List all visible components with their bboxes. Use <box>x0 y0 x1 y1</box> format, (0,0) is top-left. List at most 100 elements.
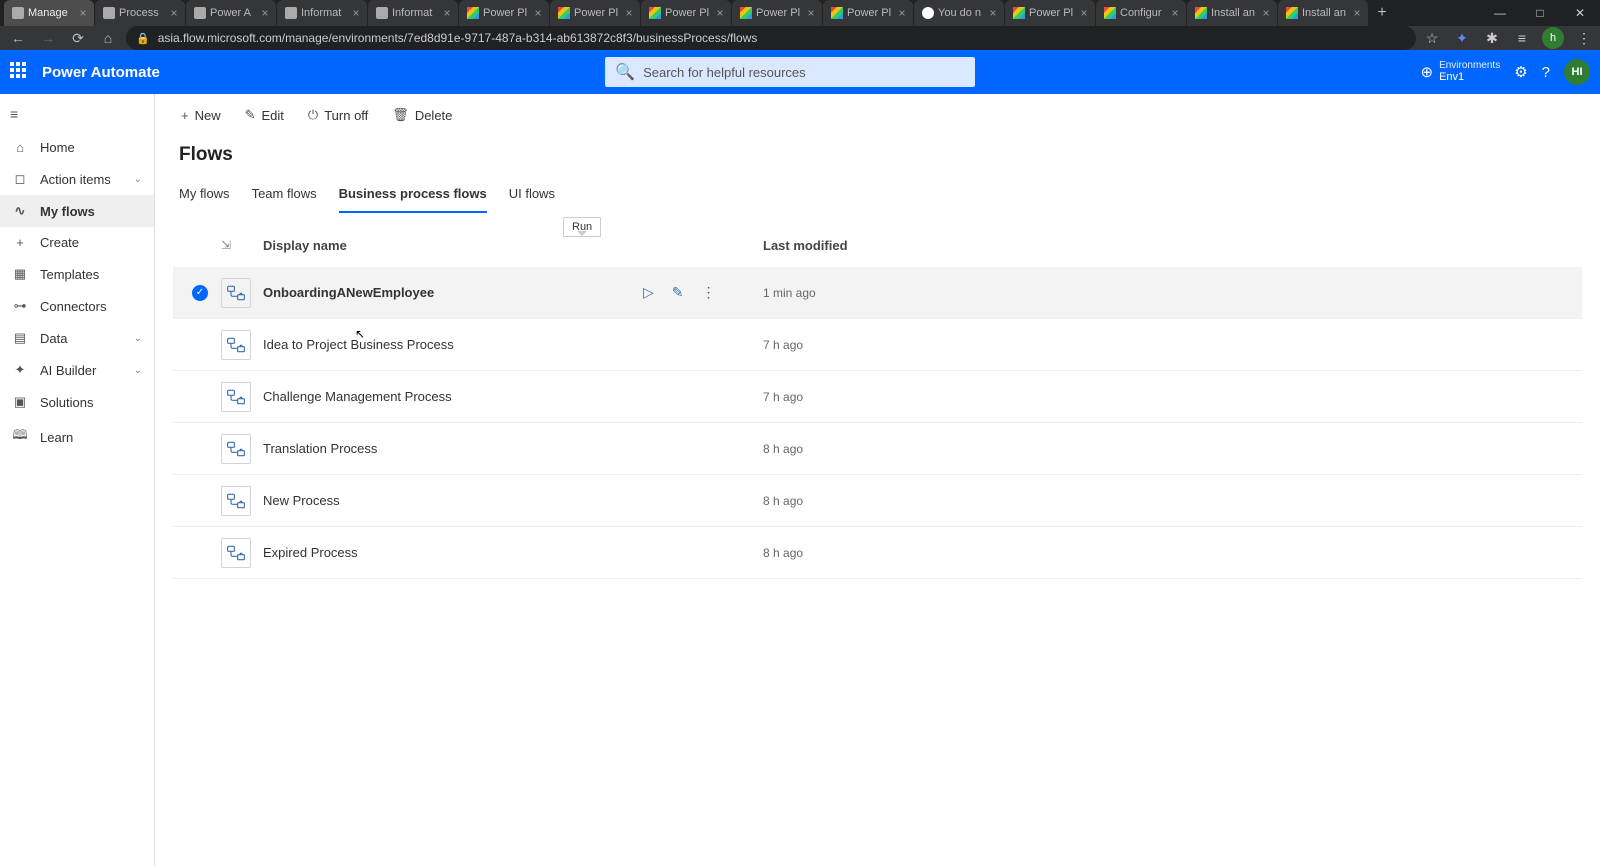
table-row[interactable]: Translation Process8 h ago <box>173 423 1582 475</box>
table-row[interactable]: New Process8 h ago <box>173 475 1582 527</box>
run-icon[interactable]: ▷ <box>643 284 654 301</box>
edit-icon[interactable]: ✎ <box>672 284 684 301</box>
browser-avatar[interactable]: h <box>1542 27 1564 49</box>
browser-tab[interactable]: Power A× <box>186 0 276 26</box>
new-tab-button[interactable]: + <box>1369 4 1395 22</box>
sidebar-item-connectors[interactable]: ⊶Connectors <box>0 290 154 322</box>
browser-tab[interactable]: Power Pl × <box>1005 0 1095 26</box>
browser-tab[interactable]: Power Pl× <box>550 0 640 26</box>
browser-tab[interactable]: Power Pl× <box>641 0 731 26</box>
close-icon[interactable]: × <box>1259 6 1273 20</box>
close-icon[interactable]: × <box>804 6 818 20</box>
gear-icon[interactable]: ⚙ <box>1514 63 1527 81</box>
edit-label: Edit <box>262 108 284 123</box>
url-text: asia.flow.microsoft.com/manage/environme… <box>158 31 758 45</box>
star-icon[interactable]: ☆ <box>1422 30 1442 47</box>
close-icon[interactable]: × <box>440 6 454 20</box>
close-icon[interactable]: × <box>531 6 545 20</box>
last-modified: 7 h ago <box>763 390 1576 404</box>
close-icon[interactable]: × <box>258 6 272 20</box>
search-input[interactable] <box>643 65 965 80</box>
favicon <box>740 7 752 19</box>
close-icon[interactable]: × <box>349 6 363 20</box>
browser-tab[interactable]: Power Pl× <box>459 0 549 26</box>
tab-business-process-flows[interactable]: Business process flows <box>339 180 487 213</box>
tab-label: Manage <box>28 7 72 19</box>
app-body: ≡ ⌂Home◻Action items⌄∿My flows+Create▦Te… <box>0 94 1600 866</box>
new-button[interactable]: +New <box>171 104 231 127</box>
minimize-button[interactable]: — <box>1480 0 1520 26</box>
help-icon[interactable]: ? <box>1542 64 1550 81</box>
close-icon[interactable]: × <box>76 6 90 20</box>
maximize-button[interactable]: □ <box>1520 0 1560 26</box>
close-window-button[interactable]: ✕ <box>1560 0 1600 26</box>
sidebar-item-solutions[interactable]: ▣Solutions <box>0 386 154 418</box>
global-search[interactable]: 🔍 <box>605 57 975 87</box>
hamburger-icon[interactable]: ≡ <box>0 100 154 132</box>
back-button[interactable]: ← <box>6 30 30 46</box>
tab-team-flows[interactable]: Team flows <box>252 180 317 213</box>
turn-off-button[interactable]: ⏻Turn off <box>298 103 378 127</box>
home-button[interactable]: ⌂ <box>96 30 120 46</box>
browser-tab[interactable]: Informat× <box>368 0 458 26</box>
puzzle-icon[interactable]: ✱ <box>1482 30 1502 47</box>
sidebar-icon: ▣ <box>12 394 28 410</box>
list-icon[interactable]: ≡ <box>1512 30 1532 46</box>
sidebar-item-learn[interactable]: 🕮Learn <box>0 418 154 456</box>
row-checkbox[interactable] <box>192 493 208 509</box>
browser-tab[interactable]: Power Pl× <box>823 0 913 26</box>
browser-tab[interactable]: Configur× <box>1096 0 1186 26</box>
browser-tab[interactable]: Install an× <box>1278 0 1368 26</box>
close-icon[interactable]: × <box>1350 6 1364 20</box>
close-icon[interactable]: × <box>622 6 636 20</box>
row-checkbox[interactable] <box>192 389 208 405</box>
close-icon[interactable]: × <box>1168 6 1182 20</box>
favicon <box>103 7 115 19</box>
row-checkbox[interactable] <box>192 441 208 457</box>
sidebar-item-create[interactable]: +Create <box>0 227 154 258</box>
user-avatar[interactable]: HI <box>1564 59 1590 85</box>
sidebar-item-home[interactable]: ⌂Home <box>0 132 154 163</box>
browser-tab[interactable]: You do n× <box>914 0 1004 26</box>
edit-button[interactable]: ✎Edit <box>235 103 294 127</box>
sidebar-item-ai-builder[interactable]: ✦AI Builder⌄ <box>0 354 154 386</box>
table-row[interactable]: Challenge Management Process7 h ago <box>173 371 1582 423</box>
tab-my-flows[interactable]: My flows <box>179 180 230 213</box>
close-icon[interactable]: × <box>895 6 909 20</box>
last-modified-header[interactable]: Last modified <box>763 238 1576 253</box>
command-bar: +New ✎Edit ⏻Turn off 🗑Delete <box>155 94 1600 136</box>
favicon <box>12 7 24 19</box>
row-checkbox-checked[interactable]: ✓ <box>192 285 208 301</box>
close-icon[interactable]: × <box>167 6 181 20</box>
close-icon[interactable]: × <box>1077 6 1091 20</box>
browser-tab[interactable]: Informat× <box>277 0 367 26</box>
extension-icon[interactable]: ✦ <box>1452 30 1472 47</box>
browser-tab[interactable]: Install an× <box>1187 0 1277 26</box>
row-checkbox[interactable] <box>192 337 208 353</box>
table-row[interactable]: Expired Process8 h ago <box>173 527 1582 579</box>
delete-button[interactable]: 🗑Delete <box>382 103 462 127</box>
forward-button[interactable]: → <box>36 30 60 46</box>
row-checkbox[interactable] <box>192 545 208 561</box>
waffle-icon[interactable] <box>10 62 30 82</box>
kebab-icon[interactable]: ⋮ <box>1574 30 1594 47</box>
browser-tab[interactable]: Process× <box>95 0 185 26</box>
browser-tab[interactable]: Power Pl× <box>732 0 822 26</box>
environment-picker[interactable]: ⊕ Environments Env1 <box>1420 60 1500 83</box>
more-icon[interactable]: ⋮ <box>702 284 716 301</box>
sidebar-item-data[interactable]: ▤Data⌄ <box>0 322 154 354</box>
sidebar-item-templates[interactable]: ▦Templates <box>0 258 154 290</box>
flow-icon <box>221 330 251 360</box>
close-icon[interactable]: × <box>713 6 727 20</box>
sidebar-item-action-items[interactable]: ◻Action items⌄ <box>0 163 154 195</box>
browser-tab[interactable]: Manage × <box>4 0 94 26</box>
tab-label: Power Pl <box>1029 7 1073 19</box>
url-box[interactable]: 🔒 asia.flow.microsoft.com/manage/environ… <box>126 26 1416 50</box>
table-row[interactable]: ✓OnboardingANewEmployee▷✎⋮1 min ago <box>173 267 1582 319</box>
close-icon[interactable]: × <box>986 6 1000 20</box>
sidebar-item-my-flows[interactable]: ∿My flows <box>0 195 154 227</box>
table-row[interactable]: Idea to Project Business Process7 h ago <box>173 319 1582 371</box>
chevron-down-icon: ⌄ <box>134 174 142 185</box>
reload-button[interactable]: ⟳ <box>66 30 90 47</box>
tab-ui-flows[interactable]: UI flows <box>509 180 555 213</box>
